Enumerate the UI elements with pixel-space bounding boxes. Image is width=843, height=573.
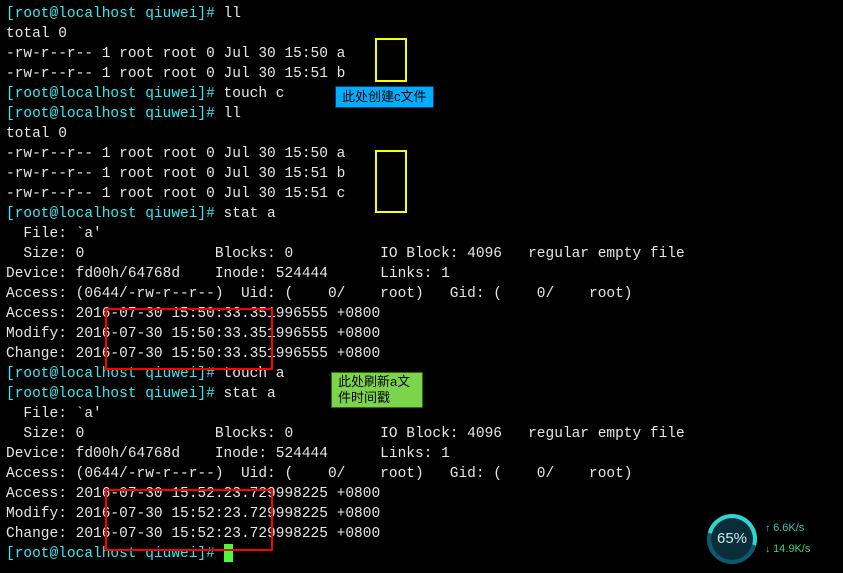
terminal-line: Access: (0644/-rw-r--r--) Uid: ( 0/ root… [6, 464, 837, 484]
terminal-line: Device: fd00h/64768d Inode: 524444 Links… [6, 264, 837, 284]
network-percent: 65% [717, 529, 747, 549]
terminal-line: Change: 2016-07-30 15:50:33.351996555 +0… [6, 344, 837, 364]
terminal-line: -rw-r--r-- 1 root root 0 Jul 30 15:50 a [6, 44, 837, 64]
network-ring: 65% [707, 514, 757, 564]
terminal-line: -rw-r--r-- 1 root root 0 Jul 30 15:51 b [6, 64, 837, 84]
terminal-line: -rw-r--r-- 1 root root 0 Jul 30 15:50 a [6, 144, 837, 164]
terminal-line: Access: 2016-07-30 15:50:33.351996555 +0… [6, 304, 837, 324]
terminal-line: [root@localhost qiuwei]# ll [6, 4, 837, 24]
arrow-up-icon: ↑ [765, 523, 770, 534]
network-widget: 65% ↑ 6.6K/s ↓ 14.9K/s [707, 511, 837, 567]
terminal-line: -rw-r--r-- 1 root root 0 Jul 30 15:51 c [6, 184, 837, 204]
terminal-line: Access: 2016-07-30 15:52:23.729998225 +0… [6, 484, 837, 504]
network-download-value: 14.9K/s [773, 543, 810, 555]
terminal-line: Size: 0 Blocks: 0 IO Block: 4096 regular… [6, 244, 837, 264]
terminal-line: [root@localhost qiuwei]# stat a [6, 204, 837, 224]
network-upload: ↑ 6.6K/s [765, 518, 810, 539]
terminal-line: total 0 [6, 124, 837, 144]
terminal-line: Access: (0644/-rw-r--r--) Uid: ( 0/ root… [6, 284, 837, 304]
network-upload-value: 6.6K/s [773, 522, 804, 534]
terminal-line: Device: fd00h/64768d Inode: 524444 Links… [6, 444, 837, 464]
terminal-line: -rw-r--r-- 1 root root 0 Jul 30 15:51 b [6, 164, 837, 184]
terminal-line: File: `a' [6, 224, 837, 244]
annotation-create-c-text: 此处创建c文件 [342, 89, 427, 104]
network-download: ↓ 14.9K/s [765, 539, 810, 560]
network-stats: ↑ 6.6K/s ↓ 14.9K/s [765, 518, 810, 560]
annotation-refresh-a: 此处刷新a文件时间戳 [331, 372, 423, 408]
annotation-create-c: 此处创建c文件 [335, 86, 434, 108]
terminal-line: Size: 0 Blocks: 0 IO Block: 4096 regular… [6, 424, 837, 444]
terminal-cursor[interactable] [224, 544, 233, 562]
terminal-line: Modify: 2016-07-30 15:50:33.351996555 +0… [6, 324, 837, 344]
annotation-refresh-a-text: 此处刷新a文件时间戳 [338, 374, 410, 405]
arrow-down-icon: ↓ [765, 544, 770, 555]
terminal-line: total 0 [6, 24, 837, 44]
